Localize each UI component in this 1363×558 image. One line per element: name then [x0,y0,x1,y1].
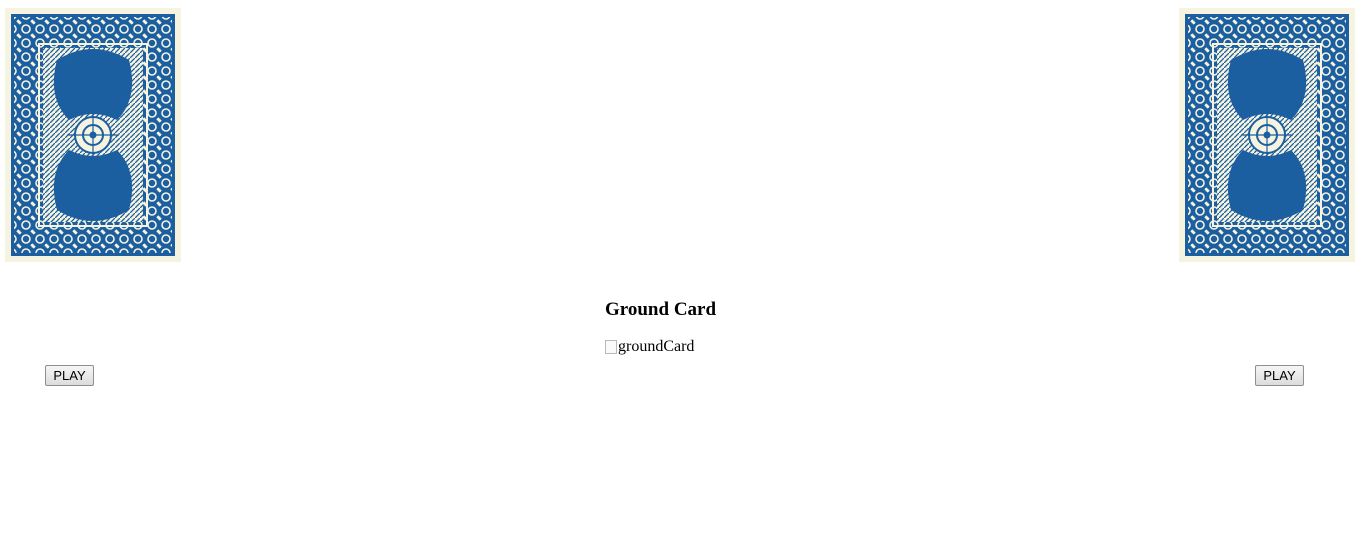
left-player-card-back [5,8,181,262]
ground-card-title: Ground Card [605,299,717,320]
ground-area: Ground Card groundCard [605,298,716,359]
card-back-icon [1184,13,1350,257]
card-back-icon [10,13,176,257]
right-play-button[interactable]: PLAY [1255,365,1304,386]
broken-image-icon [605,340,617,354]
ground-card-alt-text: groundCard [618,338,695,355]
left-play-button[interactable]: PLAY [45,365,94,386]
ground-card-image: groundCard [605,337,694,357]
right-player-card-back [1179,8,1355,262]
